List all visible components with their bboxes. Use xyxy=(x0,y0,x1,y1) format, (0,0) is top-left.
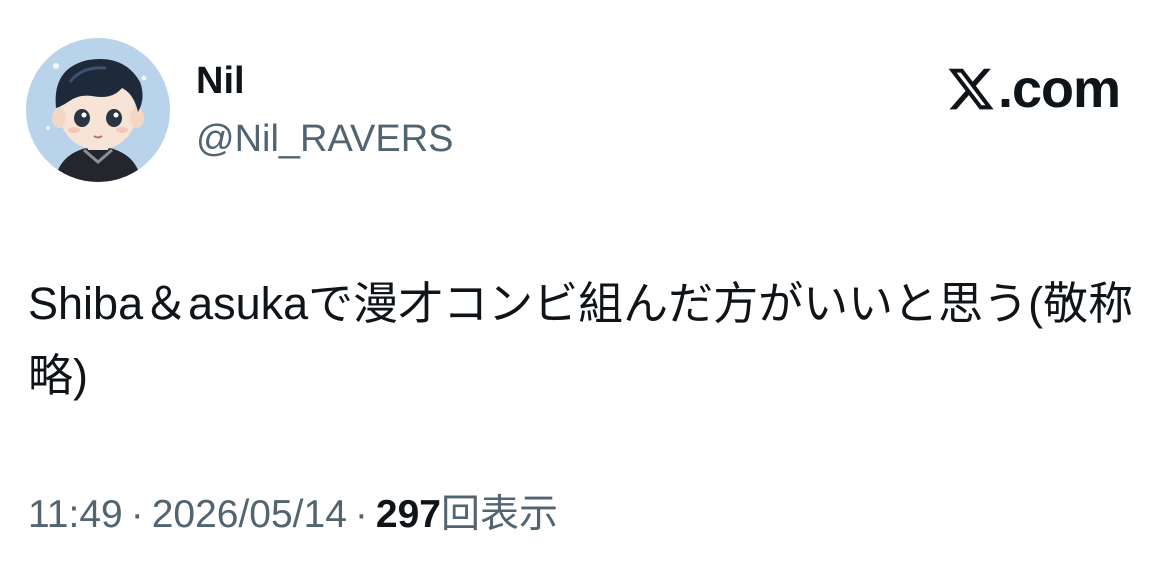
avatar-illustration-icon xyxy=(26,38,170,182)
tweet-card: Nil @Nil_RAVERS .com Shiba＆asukaで漫才コンビ組ん… xyxy=(0,0,1170,567)
tweet-date[interactable]: 2026/05/14 xyxy=(152,493,347,536)
brand-watermark: .com xyxy=(946,58,1121,120)
tweet-text: Shiba＆asukaで漫才コンビ組んだ方がいいと思う(敬称略) xyxy=(28,278,1134,401)
meta-separator: · xyxy=(130,493,144,536)
brand-domain: .com xyxy=(997,59,1121,119)
tweet-meta: 11:49 · 2026/05/14 · 297回表示 xyxy=(28,490,558,540)
meta-separator: · xyxy=(354,493,368,536)
views-count[interactable]: 297 xyxy=(376,493,441,536)
display-name[interactable]: Nil xyxy=(196,58,245,104)
avatar[interactable] xyxy=(26,38,170,182)
views-label: 回表示 xyxy=(440,493,558,536)
tweet-time[interactable]: 11:49 xyxy=(28,493,123,536)
user-handle[interactable]: @Nil_RAVERS xyxy=(196,116,453,162)
x-logo-icon xyxy=(948,68,994,110)
